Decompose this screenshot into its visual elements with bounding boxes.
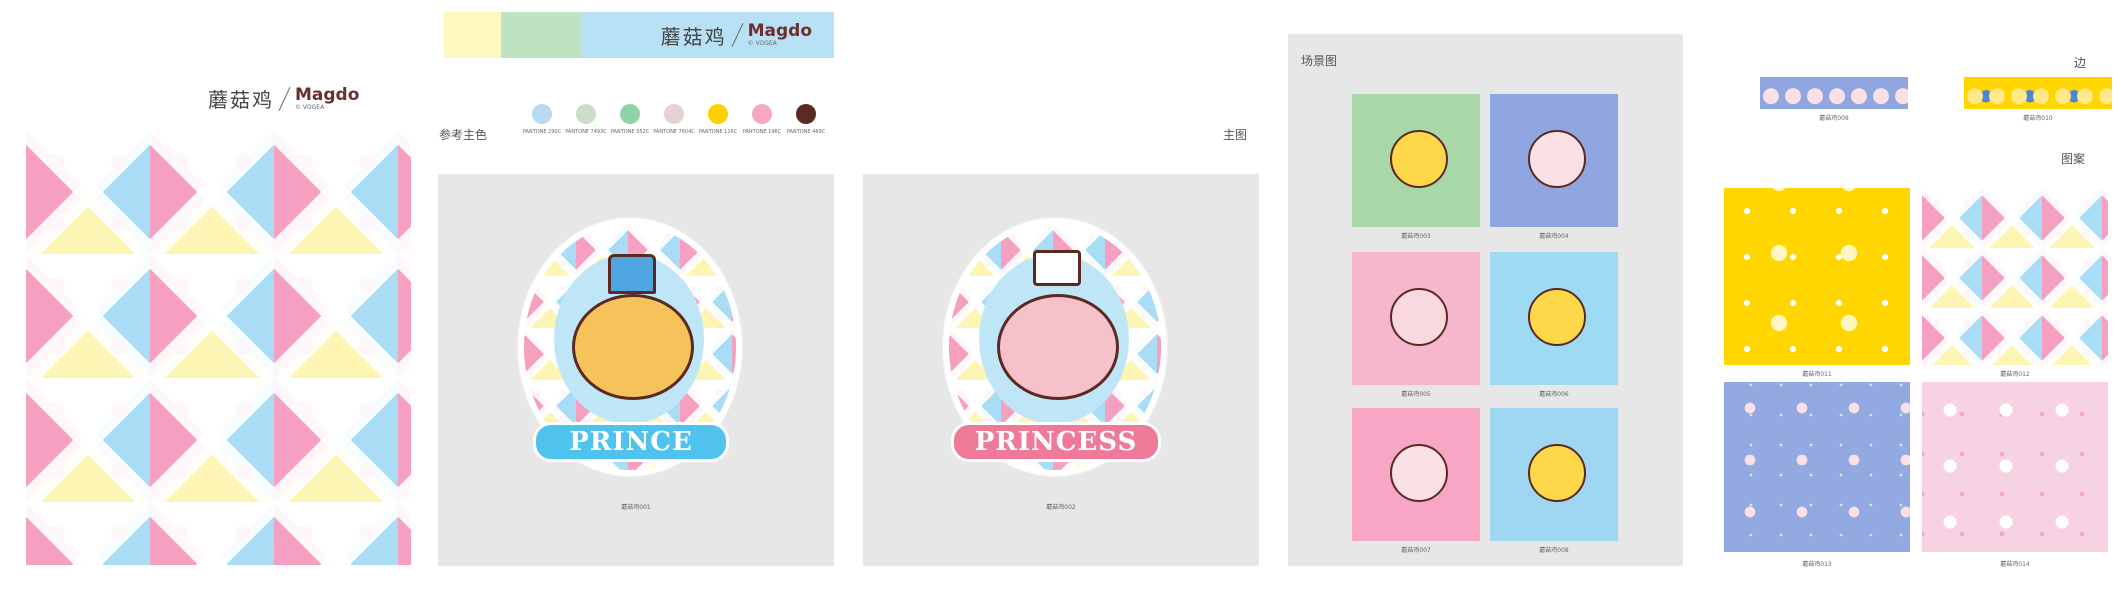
scene-caption: 蘑菇鸡008 [1539,547,1569,554]
scene-tile [1352,94,1480,227]
color-swatch-pantone: PANTONE 352C [610,129,650,135]
scene-character [1390,130,1448,188]
color-swatch: PANTONE 352C [608,104,652,135]
scene-character [1390,444,1448,502]
color-swatch-pantone: PANTONE 469C [786,129,826,135]
scene-caption: 蘑菇鸡007 [1401,547,1431,554]
color-swatch: PANTONE 7493C [564,104,608,135]
pattern-tile-3 [1724,382,1910,552]
color-swatch-dot [796,104,816,124]
brand-name: 蘑菇鸡 [208,88,274,112]
color-swatch: PANTONE 290C [520,104,564,135]
strip-swatch-1 [444,12,501,58]
main-image-1-caption: 蘑菇鸡001 [621,504,651,511]
ref-colors-label: 参考主色 [439,128,488,142]
pattern-caption-1: 蘑菇鸡011 [1802,371,1832,378]
scene-caption: 蘑菇鸡006 [1539,391,1569,398]
color-swatch-dot [752,104,772,124]
pattern-label: 图案 [2061,152,2086,166]
color-swatch-dot [576,104,596,124]
prince-crown-icon [608,254,656,294]
border-tile-1 [1760,77,1908,109]
prince-figure [572,294,694,400]
color-swatch-pantone: PANTONE 196C [742,129,782,135]
main-pattern-panel [26,130,411,565]
scene-tile [1490,94,1618,227]
main-image-panel-2: PRINCESS 蘑菇鸡002 [863,174,1259,566]
color-swatch-pantone: PANTONE 116C [698,129,738,135]
ref-color-swatches: PANTONE 290C PANTONE 7493C PANTONE 352C PAN… [520,104,828,135]
scene-caption: 蘑菇鸡005 [1401,391,1431,398]
pattern-tile-4 [1922,382,2108,552]
border-caption-1: 蘑菇鸡009 [1819,115,1849,122]
main-image-panel-1: PRINCE 蘑菇鸡001 [438,174,834,566]
strip-brand: 蘑菇鸡 Magdo © VOGEA [582,12,834,58]
pattern-caption-2: 蘑菇鸡012 [2000,371,2030,378]
color-swatch: PANTONE 196C [740,104,784,135]
brand-divider [278,86,291,111]
border-label: 边 [2074,56,2087,70]
color-swatch-dot [664,104,684,124]
princess-crown-icon [1033,250,1081,286]
scene-character [1528,288,1586,346]
strip-brand-logo: Magdo © VOGEA [747,21,812,47]
princess-figure [997,294,1119,400]
color-swatch: PANTONE 116C [696,104,740,135]
scene-caption: 蘑菇鸡003 [1401,233,1431,240]
scene-tile [1490,252,1618,385]
main-image-2-caption: 蘑菇鸡002 [1046,504,1076,511]
pattern-caption-3: 蘑菇鸡013 [1802,561,1832,568]
color-swatch: PANTONE 469C [784,104,828,135]
top-color-strip: 蘑菇鸡 Magdo © VOGEA [444,12,834,58]
princess-banner: PRINCESS [951,422,1161,462]
pattern-tile-1 [1724,188,1910,365]
strip-swatch-2 [501,12,582,58]
border-tile-2 [1964,77,2112,109]
pattern-tile-2 [1922,188,2108,365]
strip-brand-divider [731,23,744,47]
color-swatch-pantone: PANTONE 7493C [565,129,607,135]
pattern-caption-4: 蘑菇鸡014 [2000,561,2030,568]
strip-brand-name: 蘑菇鸡 [660,24,727,49]
color-swatch-dot [708,104,728,124]
brand-logo: Magdo © VOGEA [295,84,360,111]
color-swatch-pantone: PANTONE 290C [522,129,562,135]
scene-label: 场景图 [1301,54,1338,68]
border-caption-2: 蘑菇鸡010 [2023,115,2053,122]
prince-banner: PRINCE [533,422,729,462]
color-swatch-pantone: PANTONE 7604C [653,129,695,135]
color-swatch: PANTONE 7604C [652,104,696,135]
color-swatch-dot [620,104,640,124]
scene-tile [1490,408,1618,541]
scene-tile [1352,408,1480,541]
scene-character [1528,444,1586,502]
left-brand: 蘑菇鸡 Magdo © VOGEA [208,84,359,113]
scene-caption: 蘑菇鸡004 [1539,233,1569,240]
scene-tile [1352,252,1480,385]
scene-panel: 场景图 蘑菇鸡003 蘑菇鸡004 蘑菇鸡005 蘑菇鸡006 蘑菇鸡007 蘑菇鸡008 [1288,34,1683,566]
main-images-label: 主图 [1223,128,1248,142]
color-swatch-dot [532,104,552,124]
scene-character [1390,288,1448,346]
scene-character [1528,130,1586,188]
